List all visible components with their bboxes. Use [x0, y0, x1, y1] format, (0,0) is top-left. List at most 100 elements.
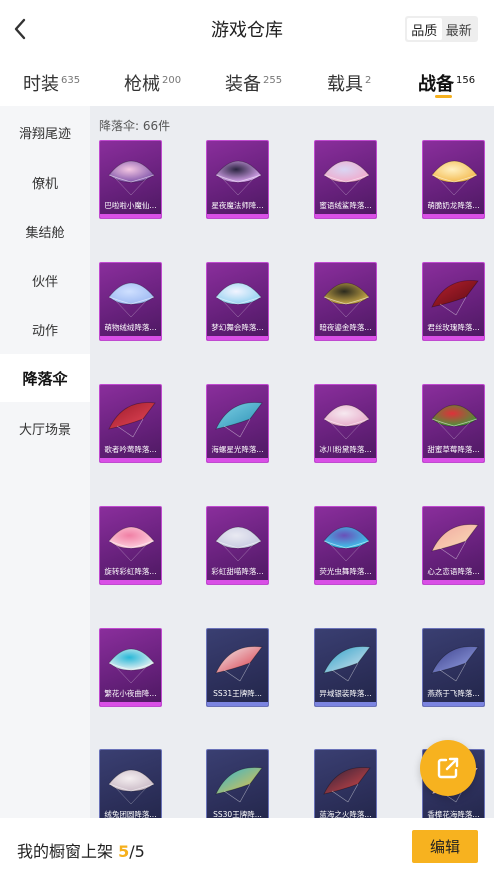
parachute-card[interactable]: 彩虹甜喵降落... — [206, 506, 269, 585]
parachute-card[interactable]: 蜜语绒鲨降落... — [314, 140, 377, 219]
parachute-card[interactable]: 君丝玫瑰降落... — [422, 262, 485, 341]
parachute-card[interactable]: 蓝海之火降落... — [314, 749, 377, 818]
parachute-name: 荧光虫舞降落... — [319, 567, 372, 576]
parachute-name: 星夜魔法师降... — [211, 201, 264, 210]
parachute-image — [108, 526, 155, 562]
parachute-card[interactable]: 萌脆奶龙降落... — [422, 140, 485, 219]
parachute-image — [323, 767, 371, 803]
parachute-name: 甜蜜草莓降落... — [427, 445, 480, 454]
parachute-image — [108, 769, 155, 805]
parachute-name: 暗夜鎏金降落... — [319, 323, 372, 332]
parachute-card[interactable]: 歌者吟莺降落... — [99, 384, 162, 463]
parachute-card[interactable]: 繁花小夜曲降... — [99, 628, 162, 707]
parachute-card[interactable]: 绒兔团圆降落... — [99, 749, 162, 818]
parachute-name: 萌脆奶龙降落... — [427, 201, 480, 210]
parachute-name: 燕燕于飞降落... — [427, 689, 480, 698]
parachute-image — [431, 524, 479, 560]
parachute-image — [215, 160, 262, 196]
parachute-name: 香樟花海降落... — [427, 810, 480, 818]
sidebar-item-companion[interactable]: 伙伴 — [0, 256, 90, 304]
parachute-image — [323, 404, 370, 440]
rarity-bar — [100, 214, 161, 218]
rarity-bar — [315, 214, 376, 218]
parachute-image — [431, 646, 479, 682]
sidebar-item-parachute[interactable]: 降落伞 — [0, 354, 90, 402]
parachute-name: 旋转彩虹降落... — [104, 567, 157, 576]
parachute-card[interactable]: 萌物绒绒降落... — [99, 262, 162, 341]
sort-option-latest[interactable]: 最新 — [442, 18, 477, 40]
item-count: 降落伞: 66件 — [99, 119, 171, 133]
tab-vehicles[interactable]: 载具 2 — [327, 70, 371, 96]
parachute-name: 萌物绒绒降落... — [104, 323, 157, 332]
parachute-image — [431, 280, 479, 316]
tab-count: 2 — [365, 75, 372, 86]
edit-button[interactable]: 编辑 — [412, 830, 478, 863]
parachute-card[interactable]: SS30王牌降... — [206, 749, 269, 818]
tab-label: 战备 — [418, 74, 454, 95]
tab-equipment[interactable]: 装备 255 — [225, 70, 282, 96]
tab-fashion[interactable]: 时装 635 — [23, 70, 80, 96]
sort-option-quality[interactable]: 品质 — [407, 18, 442, 40]
rarity-bar — [207, 458, 268, 462]
parachute-name: 蜜语绒鲨降落... — [319, 201, 372, 210]
parachute-card[interactable]: 甜蜜草莓降落... — [422, 384, 485, 463]
parachute-image — [108, 282, 155, 318]
parachute-card[interactable]: SS31王牌降... — [206, 628, 269, 707]
tab-count: 200 — [162, 75, 182, 86]
showcase-label: 我的橱窗上架 — [17, 842, 114, 861]
footer-bar: 我的橱窗上架 5/5 编辑 — [0, 818, 494, 875]
parachute-name: 繁花小夜曲降... — [104, 689, 157, 698]
header: 游戏仓库 品质 最新 — [0, 0, 494, 58]
showcase-total: /5 — [129, 842, 145, 861]
parachute-card[interactable]: 星夜魔法师降... — [206, 140, 269, 219]
rarity-bar — [100, 702, 161, 706]
item-panel: 降落伞: 66件 巴啦啦小魔仙... 星夜魔法师降... 蜜语绒鲨降落... 萌脆奶龙… — [90, 106, 494, 818]
parachute-card[interactable]: 暗夜鎏金降落... — [314, 262, 377, 341]
tab-count: 156 — [456, 75, 476, 86]
share-button[interactable] — [420, 740, 476, 796]
parachute-name: 异域银装降落... — [319, 689, 372, 698]
sidebar-item-wingman[interactable]: 僚机 — [0, 158, 90, 206]
rarity-bar — [207, 580, 268, 584]
parachute-image — [215, 402, 263, 438]
parachute-image — [323, 282, 370, 318]
sidebar-item-glide-trail[interactable]: 滑翔尾迹 — [0, 108, 90, 156]
rarity-bar — [207, 214, 268, 218]
parachute-image — [108, 648, 155, 684]
sidebar-item-emote[interactable]: 动作 — [0, 305, 90, 353]
parachute-card[interactable]: 旋转彩虹降落... — [99, 506, 162, 585]
parachute-name: 君丝玫瑰降落... — [427, 323, 480, 332]
rarity-bar — [100, 336, 161, 340]
parachute-card[interactable]: 巴啦啦小魔仙... — [99, 140, 162, 219]
rarity-bar — [207, 702, 268, 706]
parachute-card[interactable]: 燕燕于飞降落... — [422, 628, 485, 707]
sidebar-item-rally-pod[interactable]: 集结舱 — [0, 207, 90, 255]
sidebar-item-lobby-scene[interactable]: 大厅场景 — [0, 404, 90, 452]
sidebar: 滑翔尾迹 僚机 集结舱 伙伴 动作 降落伞 大厅场景 — [0, 106, 90, 818]
parachute-card[interactable]: 冰川粉黛降落... — [314, 384, 377, 463]
parachute-name: 海螺星光降落... — [211, 445, 264, 454]
rarity-bar — [207, 336, 268, 340]
rarity-bar — [315, 702, 376, 706]
parachute-image — [108, 402, 156, 438]
showcase-current: 5 — [118, 842, 130, 861]
parachute-card[interactable]: 荧光虫舞降落... — [314, 506, 377, 585]
tab-battle-prep[interactable]: 战备 156 — [418, 70, 475, 96]
rarity-bar — [423, 702, 484, 706]
parachute-card[interactable]: 异域银装降落... — [314, 628, 377, 707]
parachute-card[interactable]: 海螺星光降落... — [206, 384, 269, 463]
share-external-icon — [437, 757, 459, 779]
tab-weapons[interactable]: 枪械 200 — [124, 70, 181, 96]
rarity-bar — [315, 580, 376, 584]
rarity-bar — [100, 458, 161, 462]
tab-count: 635 — [61, 75, 81, 86]
parachute-image — [108, 160, 155, 196]
rarity-bar — [315, 336, 376, 340]
parachute-image — [323, 526, 370, 562]
rarity-bar — [423, 580, 484, 584]
tab-label: 时装 — [23, 74, 59, 95]
parachute-card[interactable]: 梦幻舞会降落... — [206, 262, 269, 341]
parachute-card[interactable]: 心之恋语降落... — [422, 506, 485, 585]
category-tabs: 时装 635 枪械 200 装备 255 载具 2 战备 156 — [0, 58, 494, 106]
parachute-name: 心之恋语降落... — [427, 567, 480, 576]
